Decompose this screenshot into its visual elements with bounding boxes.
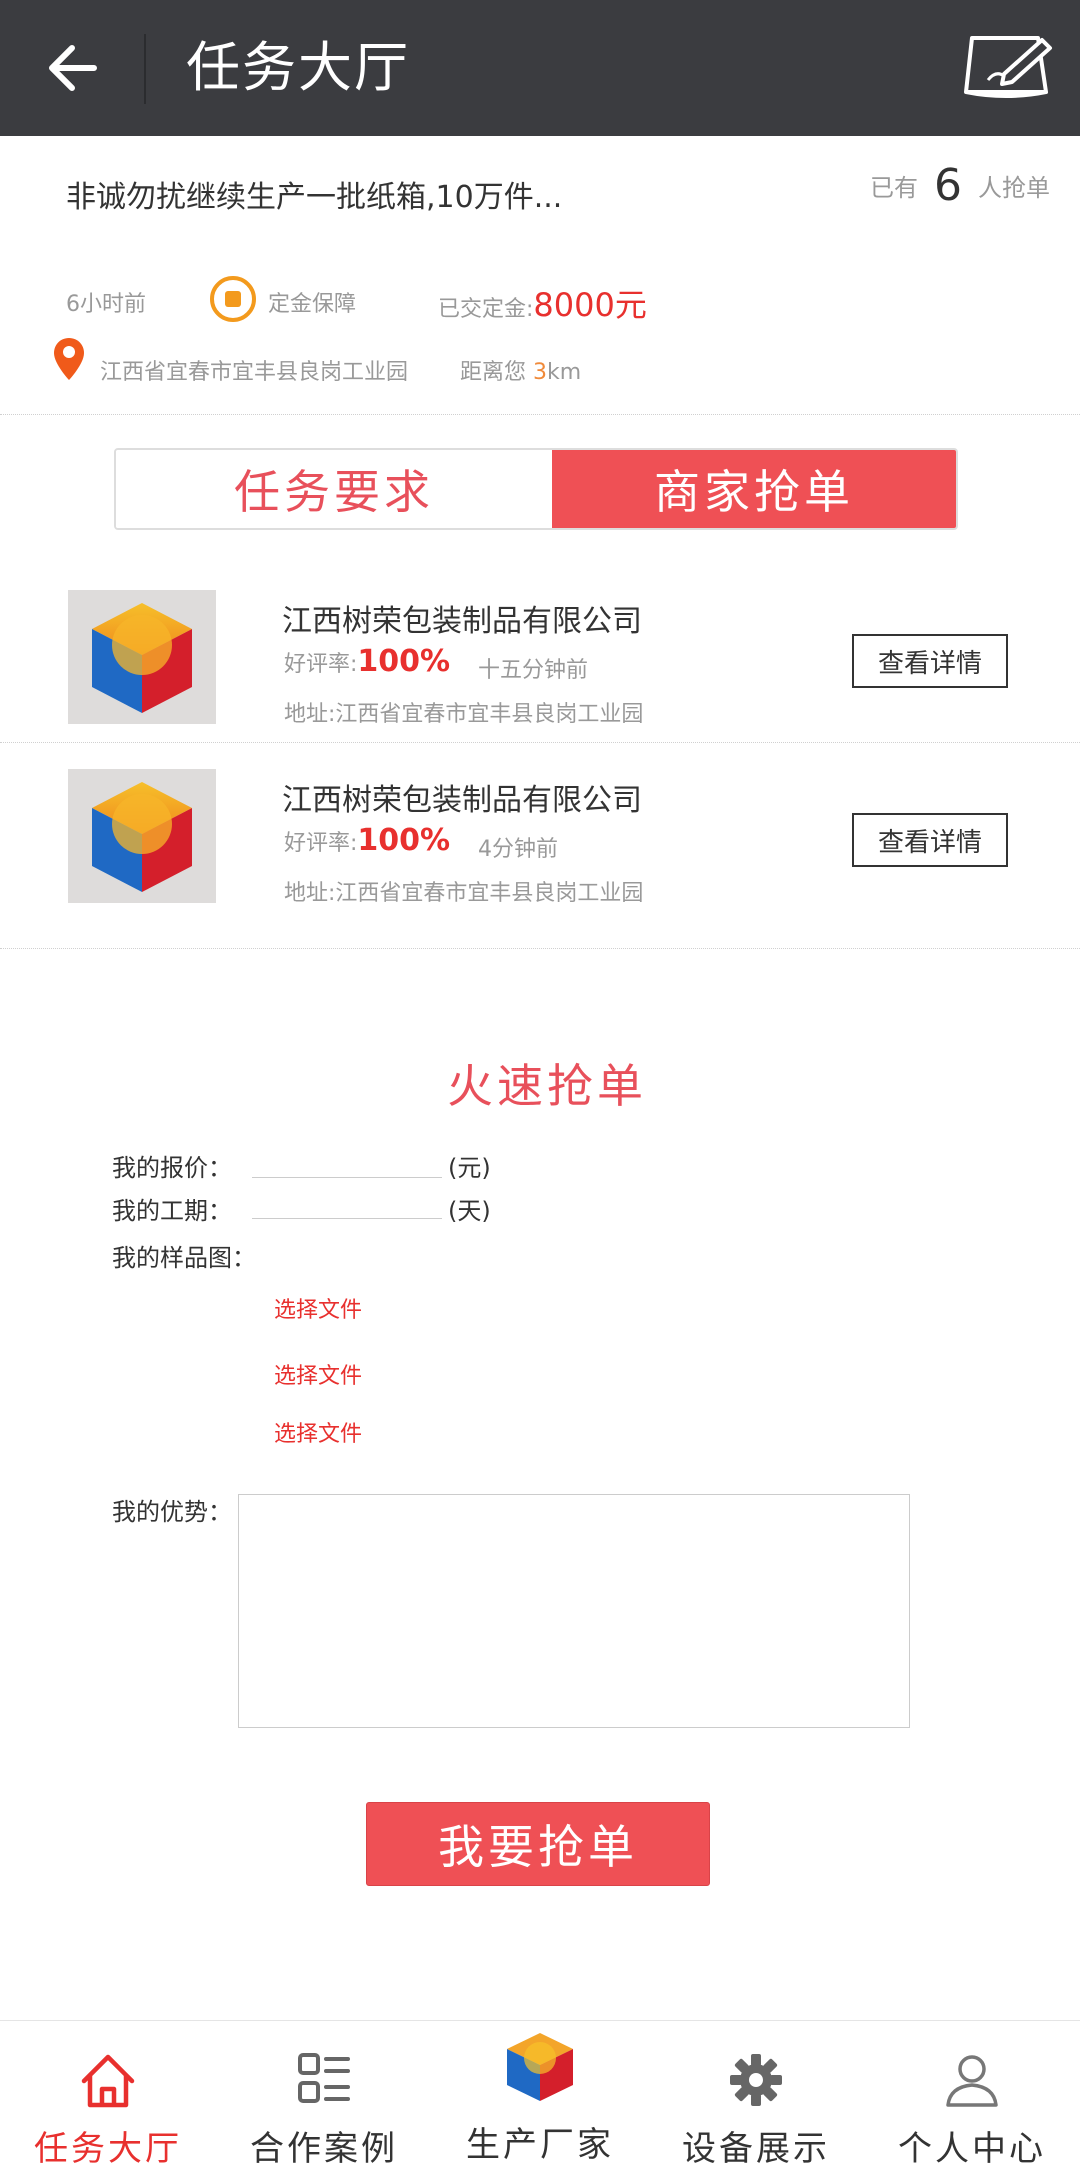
nav-item-profile[interactable]: 个人中心 xyxy=(864,2021,1080,2174)
rating-label: 好评率: xyxy=(284,652,358,677)
paid-deposit-amount: 8000元 xyxy=(533,286,647,324)
bottom-nav: 任务大厅 合作案例 生产厂家 设备展示 个人中心 xyxy=(0,2020,1080,2174)
grab-count-number: 6 xyxy=(934,160,962,211)
bid-time: 十五分钟前 xyxy=(478,658,589,683)
page-title: 任务大厅 xyxy=(186,36,410,99)
nav-item-task-hall[interactable]: 任务大厅 xyxy=(0,2021,216,2174)
grab-count-suffix: 人抢单 xyxy=(978,174,1050,202)
edit-pencil-icon xyxy=(964,36,1052,98)
period-unit: (天) xyxy=(448,1197,491,1225)
merchant-name[interactable]: 江西树荣包装制品有限公司 xyxy=(282,596,642,640)
price-unit: (元) xyxy=(448,1154,491,1182)
grab-count: 已有 6 人抢单 xyxy=(870,160,1050,211)
rating-value: 100% xyxy=(357,823,451,858)
cube-logo-icon xyxy=(92,603,192,713)
deposit-guarantee-icon xyxy=(210,276,256,322)
rating-label: 好评率: xyxy=(284,831,358,856)
choose-file-button[interactable]: 选择文件 xyxy=(274,1292,362,1324)
grid-list-icon xyxy=(298,2053,350,2103)
merchant-list-item: 江西树荣包装制品有限公司 好评率:100% 4分钟前 地址:江西省宜春市宜丰县良… xyxy=(0,769,1080,947)
user-icon xyxy=(946,2055,998,2107)
nav-item-factories[interactable]: 生产厂家 xyxy=(432,2021,648,2174)
view-details-button[interactable]: 查看详情 xyxy=(852,634,1008,688)
price-input[interactable] xyxy=(252,1146,442,1178)
distance: 距离您 3km xyxy=(460,354,581,386)
paid-deposit-label: 已交定金: xyxy=(438,297,534,322)
merchant-name[interactable]: 江西树荣包装制品有限公司 xyxy=(282,775,642,819)
advantage-textarea[interactable] xyxy=(238,1494,910,1728)
bid-time: 4分钟前 xyxy=(478,837,558,862)
merchant-address: 地址:江西省宜春市宜丰县良岗工业园 xyxy=(284,702,644,727)
nav-label: 个人中心 xyxy=(898,2129,1046,2169)
location-row: 江西省宜春市宜丰县良岗工业园 距离您 3km xyxy=(52,336,952,385)
period-input[interactable] xyxy=(252,1187,442,1219)
posted-time: 6小时前 xyxy=(66,292,146,317)
distance-unit: km xyxy=(547,360,582,385)
task-title[interactable]: 非诚勿扰继续生产一批纸箱,10万件... xyxy=(66,172,562,216)
nav-label: 任务大厅 xyxy=(34,2129,182,2169)
distance-label: 距离您 xyxy=(460,360,527,385)
nav-label: 合作案例 xyxy=(250,2129,398,2169)
nav-label: 设备展示 xyxy=(682,2129,830,2169)
period-label: 我的工期： xyxy=(112,1197,232,1225)
view-details-button[interactable]: 查看详情 xyxy=(852,813,1008,867)
sample-label: 我的样品图： xyxy=(112,1244,256,1272)
choose-file-button[interactable]: 选择文件 xyxy=(274,1416,362,1448)
merchant-rating: 好评率:100% xyxy=(284,823,450,858)
back-arrow-icon xyxy=(49,45,97,91)
home-icon xyxy=(81,2054,135,2108)
tab-requirements[interactable]: 任务要求 xyxy=(116,450,552,528)
divider xyxy=(0,742,1080,743)
paid-deposit: 已交定金:8000元 xyxy=(438,280,647,326)
edit-button[interactable] xyxy=(958,30,1054,102)
advantage-label: 我的优势： xyxy=(112,1498,232,1526)
task-tabs: 任务要求 商家抢单 xyxy=(114,448,958,530)
merchant-logo[interactable] xyxy=(68,769,216,903)
back-button[interactable] xyxy=(40,36,104,100)
divider xyxy=(0,948,1080,949)
gear-icon xyxy=(730,2054,782,2106)
nav-item-cases[interactable]: 合作案例 xyxy=(216,2021,432,2174)
deposit-guarantee-label: 定金保障 xyxy=(268,292,357,317)
merchant-address: 地址:江西省宜春市宜丰县良岗工业园 xyxy=(284,881,644,906)
location-pin-icon xyxy=(54,338,84,380)
price-label: 我的报价： xyxy=(112,1154,232,1182)
divider xyxy=(0,414,1080,415)
nav-label: 生产厂家 xyxy=(466,2125,614,2165)
tab-merchant-bids[interactable]: 商家抢单 xyxy=(552,450,956,528)
header-divider xyxy=(144,34,146,104)
distance-value: 3 xyxy=(533,360,548,385)
choose-file-button[interactable]: 选择文件 xyxy=(274,1358,362,1390)
merchant-logo[interactable] xyxy=(68,590,216,724)
cube-logo-icon xyxy=(507,2033,573,2101)
task-location: 江西省宜春市宜丰县良岗工业园 xyxy=(100,360,409,385)
nav-item-equipment[interactable]: 设备展示 xyxy=(648,2021,864,2174)
merchant-rating: 好评率:100% xyxy=(284,644,450,679)
app-header: 任务大厅 xyxy=(0,0,1080,136)
cube-logo-icon xyxy=(92,782,192,892)
task-meta-row: 6小时前 定金保障 已交定金:8000元 xyxy=(66,276,1026,324)
quick-bid-title: 火速抢单 xyxy=(447,1059,647,1113)
rating-value: 100% xyxy=(357,644,451,679)
grab-count-prefix: 已有 xyxy=(870,174,918,202)
grab-order-button[interactable]: 我要抢单 xyxy=(366,1802,710,1886)
